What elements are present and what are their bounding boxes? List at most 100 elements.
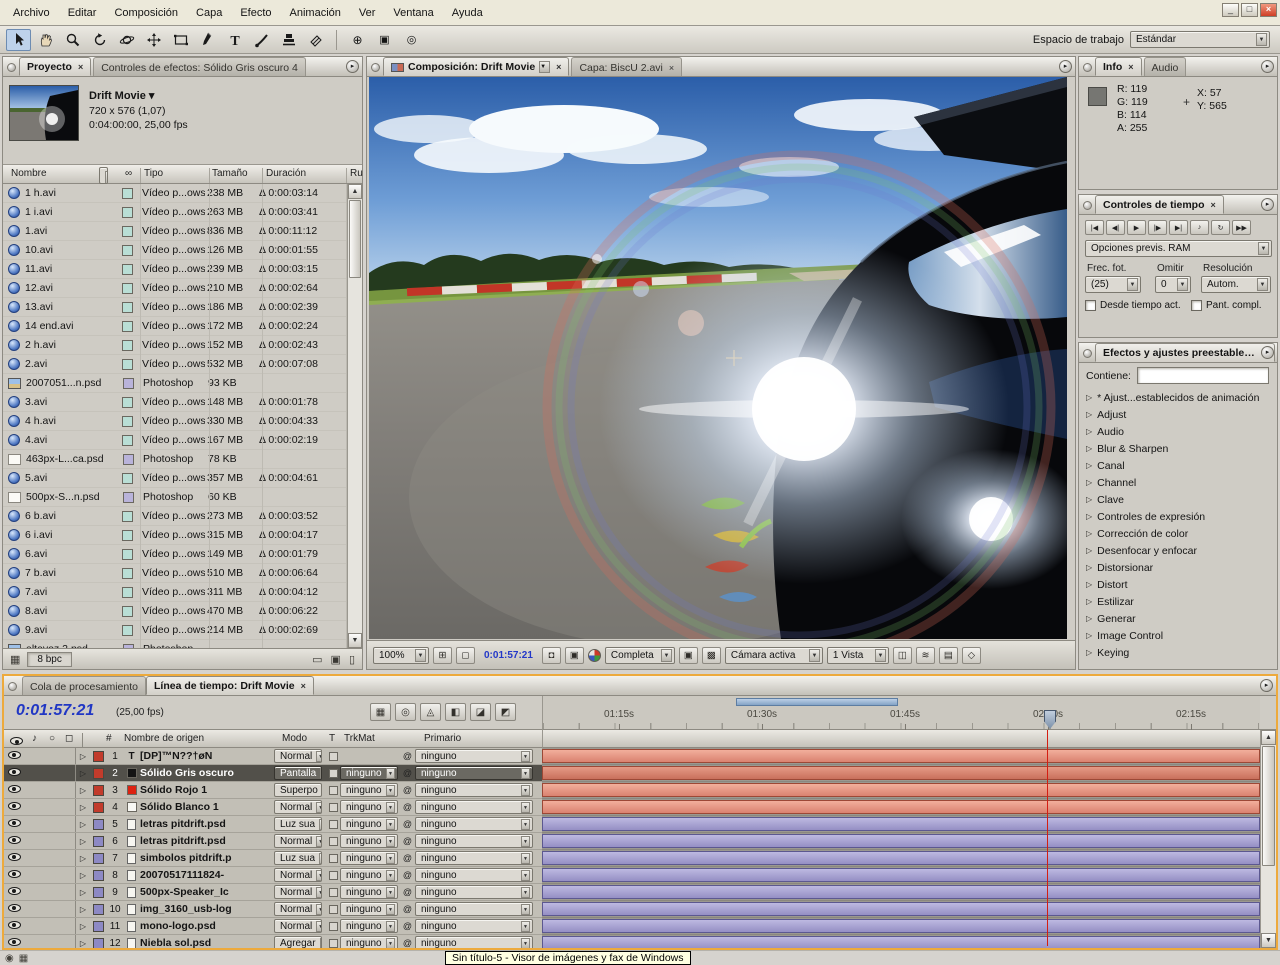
parent-dropdown[interactable]: ninguno ▼ <box>415 800 533 814</box>
effects-category-row[interactable]: ▷ Clave <box>1079 491 1277 508</box>
blend-mode-dropdown[interactable]: Pantalla▼ <box>274 766 322 780</box>
from-current-time-checkbox[interactable] <box>1085 300 1096 311</box>
parent-pickwhip-icon[interactable]: @ <box>400 887 415 897</box>
expand-triangle-icon[interactable]: ▷ <box>1086 461 1092 470</box>
preserve-transparency-toggle[interactable] <box>328 785 338 795</box>
tab-time-controls[interactable]: Controles de tiempo × <box>1095 195 1224 214</box>
effects-category-row[interactable]: ▷ Audio <box>1079 423 1277 440</box>
label-color-swatch[interactable] <box>122 339 133 351</box>
layer-label-swatch[interactable] <box>93 886 104 898</box>
tab-dropdown-icon[interactable]: ▼ <box>539 61 551 73</box>
expand-triangle-icon[interactable]: ▷ <box>1086 631 1092 640</box>
layer-name[interactable]: letras pitdrift.psd <box>140 835 274 847</box>
expand-triangle-icon[interactable]: ▷ <box>1086 546 1092 555</box>
parent-pickwhip-icon[interactable]: @ <box>400 802 415 812</box>
blend-mode-dropdown[interactable]: Normal▼ <box>274 902 322 916</box>
zoom-tool-button[interactable] <box>60 29 85 51</box>
footage-name[interactable]: 10.avi <box>20 244 117 256</box>
comp-flowchart-icon[interactable]: ◇ <box>961 646 981 664</box>
expand-triangle-icon[interactable]: ▷ <box>1086 614 1092 623</box>
footage-name[interactable]: 463px-L...ca.psd <box>21 453 118 465</box>
trkmat-dropdown[interactable]: ninguno ▼ <box>340 817 398 831</box>
view-layout-dropdown[interactable]: 1 Vista ▼ <box>826 646 889 664</box>
hand-tool-button[interactable] <box>33 29 58 51</box>
label-color-cell[interactable] <box>117 225 138 237</box>
label-color-swatch[interactable] <box>122 624 133 636</box>
panel-grip-icon[interactable] <box>1083 63 1092 72</box>
column-path[interactable]: Ru <box>350 168 363 179</box>
layer-duration-bar[interactable] <box>542 783 1260 797</box>
expand-triangle-icon[interactable]: ▷ <box>1086 410 1092 419</box>
footage-name[interactable]: 4.avi <box>20 434 117 446</box>
label-color-swatch[interactable] <box>122 548 133 560</box>
tab-effect-controls[interactable]: Controles de efectos: Sólido Gris oscuro… <box>93 57 306 76</box>
parent-dropdown[interactable]: ninguno ▼ <box>415 919 533 933</box>
blend-mode-dropdown[interactable]: Normal▼ <box>274 868 322 882</box>
blend-mode-dropdown[interactable]: Normal▼ <box>274 834 322 848</box>
preserve-transparency-toggle[interactable] <box>328 870 338 880</box>
expand-triangle-icon[interactable]: ▷ <box>1086 444 1092 453</box>
comp-name[interactable]: Drift Movie ▾ <box>89 89 154 102</box>
column-trkmat[interactable]: TrkMat <box>344 733 375 744</box>
mask-rect-tool-button[interactable] <box>168 29 193 51</box>
type-tool-button[interactable]: T <box>222 29 247 51</box>
comp-mini-flow-button[interactable]: ▦ <box>370 703 391 721</box>
label-color-swatch[interactable] <box>122 415 133 427</box>
eye-icon[interactable] <box>7 767 21 776</box>
effects-category-row[interactable]: ▷ Corrección de color <box>1079 525 1277 542</box>
pen-tool-button[interactable] <box>195 29 220 51</box>
tab-effects-presets[interactable]: Efectos y ajustes preestablecidos× <box>1095 343 1275 362</box>
layer-label-swatch[interactable] <box>93 767 104 779</box>
comp-thumbnail[interactable] <box>9 85 79 141</box>
trkmat-dropdown[interactable]: ninguno ▼ <box>340 851 398 865</box>
label-color-cell[interactable] <box>118 491 139 503</box>
column-t[interactable]: T <box>329 733 335 744</box>
effects-category-row[interactable]: ▷ Keying <box>1079 644 1277 661</box>
expand-triangle-icon[interactable]: ▷ <box>76 820 90 829</box>
name-sort-dropdown[interactable]: ▼ <box>99 167 108 184</box>
label-color-swatch[interactable] <box>122 567 133 579</box>
label-color-swatch[interactable] <box>122 301 133 313</box>
timeline-layer-row[interactable]: ▷ 3 T Sólido Rojo 1 Superpo▼ ninguno▼ @ … <box>4 782 1260 799</box>
label-color-swatch[interactable] <box>122 206 133 218</box>
preserve-transparency-toggle[interactable] <box>328 904 338 914</box>
blend-mode-dropdown[interactable]: Normal▼ <box>274 919 322 933</box>
layer-duration-bar[interactable] <box>542 885 1260 899</box>
expand-triangle-icon[interactable]: ▷ <box>1086 648 1092 657</box>
layer-duration-bar[interactable] <box>542 936 1260 948</box>
new-composition-icon[interactable]: ▣ <box>331 653 341 666</box>
layer-name[interactable]: img_3160_usb-log <box>140 903 274 915</box>
layer-track[interactable] <box>542 850 1260 867</box>
project-item-row[interactable]: 8.avi Vídeo p...ows 470 MB Δ 0:00:06:22 <box>3 602 362 621</box>
tab-render-queue[interactable]: Cola de procesamiento <box>22 676 146 695</box>
preserve-transparency-toggle[interactable] <box>328 768 338 778</box>
trkmat-dropdown[interactable]: ninguno ▼ <box>340 868 398 882</box>
skip-dropdown[interactable]: 0 ▼ <box>1155 276 1191 293</box>
parent-pickwhip-icon[interactable]: @ <box>400 904 415 914</box>
label-color-swatch[interactable] <box>123 491 134 503</box>
footage-name[interactable]: 4 h.avi <box>20 415 117 427</box>
parent-pickwhip-icon[interactable]: @ <box>400 938 415 948</box>
lock-toggle[interactable] <box>60 765 76 781</box>
pixel-aspect-correction-icon[interactable]: ◫ <box>892 646 912 664</box>
layer-duration-bar[interactable] <box>542 919 1260 933</box>
eye-icon[interactable] <box>7 801 21 810</box>
layer-track[interactable] <box>542 799 1260 816</box>
expand-triangle-icon[interactable]: ▷ <box>76 922 90 931</box>
preserve-transparency-toggle[interactable] <box>328 751 338 761</box>
expand-triangle-icon[interactable]: ▷ <box>1086 393 1092 402</box>
parent-dropdown[interactable]: ninguno ▼ <box>415 817 533 831</box>
column-duration[interactable]: Duración <box>266 168 306 179</box>
layer-name[interactable]: Niebla sol.psd <box>140 937 274 948</box>
project-item-row[interactable]: 7.avi Vídeo p...ows 311 MB Δ 0:00:04:12 <box>3 583 362 602</box>
effects-category-row[interactable]: ▷ Desenfocar y enfocar <box>1079 542 1277 559</box>
frame-rate-dropdown[interactable]: (25) ▼ <box>1085 276 1141 293</box>
tab-audio[interactable]: Audio <box>1143 57 1187 76</box>
expand-triangle-icon[interactable]: ▷ <box>1086 529 1092 538</box>
layer-label-swatch[interactable] <box>93 852 104 864</box>
layer-track[interactable] <box>542 901 1260 918</box>
resolution-preview-dropdown[interactable]: Autom. ▼ <box>1201 276 1271 293</box>
axis-mode-view-button[interactable]: ◎ <box>399 29 424 51</box>
label-color-cell[interactable] <box>118 453 139 465</box>
parent-dropdown[interactable]: ninguno ▼ <box>415 902 533 916</box>
